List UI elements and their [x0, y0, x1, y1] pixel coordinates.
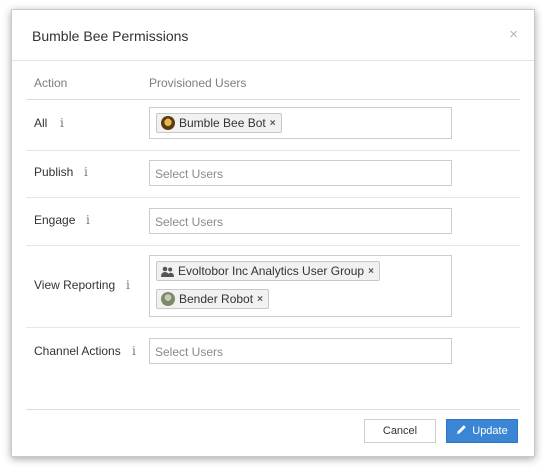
info-icon[interactable]: i — [126, 278, 130, 292]
close-icon[interactable]: × — [509, 26, 518, 43]
chip-label: Bumble Bee Bot — [179, 116, 266, 130]
field-placeholder: Select Users — [155, 215, 224, 229]
update-button-label: Update — [472, 425, 508, 437]
bee-avatar-icon — [161, 116, 175, 130]
row-divider — [26, 327, 520, 328]
user-chip: Evoltobor Inc Analytics User Group × — [156, 261, 380, 281]
row-label-channel-actions: Channel Actions — [34, 344, 121, 358]
cancel-button[interactable]: Cancel — [364, 419, 436, 443]
users-field-all[interactable]: Bumble Bee Bot × — [149, 107, 452, 139]
header-divider — [26, 99, 520, 100]
dialog-title: Bumble Bee Permissions — [32, 28, 189, 44]
field-placeholder: Select Users — [155, 167, 224, 181]
info-icon[interactable]: i — [132, 344, 136, 358]
column-header-action: Action — [34, 76, 68, 90]
user-group-icon — [161, 265, 174, 277]
update-button[interactable]: Update — [446, 419, 518, 443]
field-placeholder: Select Users — [155, 345, 224, 359]
chip-label: Evoltobor Inc Analytics User Group — [178, 264, 365, 278]
row-label-all: All — [34, 116, 48, 130]
row-label-view-reporting: View Reporting — [34, 278, 116, 292]
chip-label: Bender Robot — [179, 292, 254, 306]
users-field-channel-actions[interactable]: Select Users — [149, 338, 452, 364]
user-chip: Bumble Bee Bot × — [156, 113, 282, 133]
pencil-icon — [456, 424, 467, 438]
users-field-publish[interactable]: Select Users — [149, 160, 452, 186]
column-header-users: Provisioned Users — [149, 76, 247, 90]
cancel-button-label: Cancel — [382, 425, 418, 437]
info-icon[interactable]: i — [60, 116, 64, 130]
row-label-engage: Engage — [34, 213, 76, 227]
info-icon[interactable]: i — [86, 213, 90, 227]
info-icon[interactable]: i — [84, 165, 88, 179]
user-chip: Bender Robot × — [156, 289, 269, 309]
row-label-publish: Publish — [34, 165, 74, 179]
remove-chip-icon[interactable]: × — [270, 118, 276, 129]
remove-chip-icon[interactable]: × — [257, 294, 263, 305]
permissions-dialog: Bumble Bee Permissions × Action Provisio… — [11, 9, 535, 457]
footer-divider — [26, 409, 520, 410]
remove-chip-icon[interactable]: × — [368, 266, 374, 277]
users-field-view-reporting[interactable]: Evoltobor Inc Analytics User Group × Ben… — [149, 255, 452, 317]
users-field-engage[interactable]: Select Users — [149, 208, 452, 234]
row-divider — [26, 197, 520, 198]
dialog-header: Bumble Bee Permissions × — [12, 10, 534, 61]
robot-avatar-icon — [161, 292, 175, 306]
row-divider — [26, 150, 520, 151]
row-divider — [26, 245, 520, 246]
